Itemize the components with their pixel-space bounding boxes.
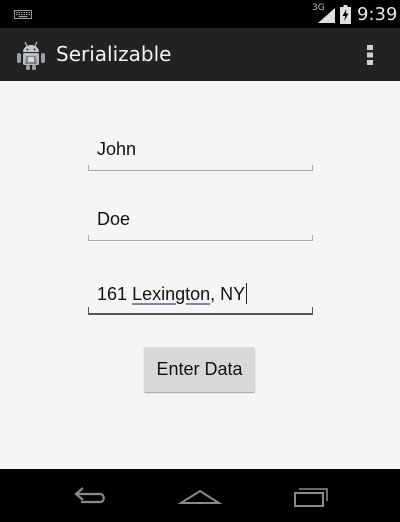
clock: 9:39 (357, 4, 398, 25)
address-value: 161 Lexington, NY (97, 283, 248, 305)
navigation-bar (0, 469, 400, 522)
action-bar: Serializable (0, 28, 400, 81)
first-name-value: John (97, 139, 137, 159)
address-underline (88, 307, 313, 315)
keyboard-icon (14, 10, 32, 19)
first-name-field[interactable]: John (88, 129, 313, 171)
address-rest: , NY (210, 284, 246, 304)
address-field[interactable]: 161 Lexington, NY (88, 273, 313, 315)
android-app-icon (17, 41, 45, 70)
text-cursor (246, 283, 248, 304)
signal-icon (318, 8, 335, 23)
content-area: John Doe 161 Lexington, NY Enter Data (0, 81, 400, 469)
recent-apps-icon[interactable] (290, 483, 334, 509)
last-name-underline (88, 235, 313, 241)
last-name-field[interactable]: Doe (88, 199, 313, 241)
battery-charging-icon (340, 5, 351, 24)
address-number: 161 (97, 284, 128, 304)
address-street: Lexington (132, 284, 211, 304)
last-name-value: Doe (97, 209, 131, 229)
status-bar: 3G 9:39 (0, 0, 400, 28)
enter-data-button[interactable]: Enter Data (144, 347, 255, 392)
back-icon[interactable] (67, 483, 111, 509)
first-name-underline (88, 165, 313, 171)
app-title: Serializable (56, 42, 172, 66)
home-icon[interactable] (178, 483, 222, 509)
overflow-menu-icon[interactable] (360, 40, 380, 70)
